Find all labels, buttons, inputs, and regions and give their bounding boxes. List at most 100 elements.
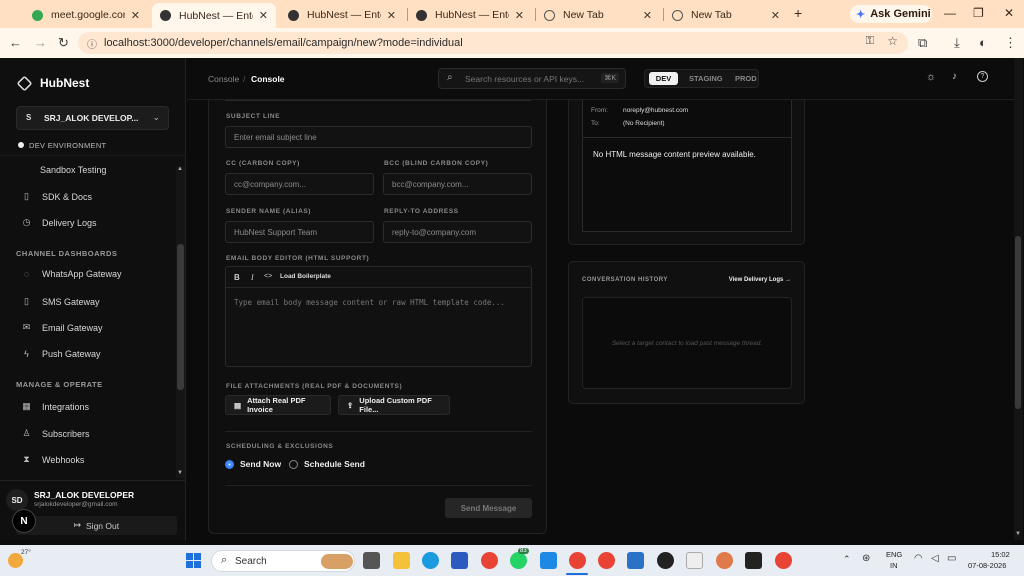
bcc-input[interactable]: bcc@company.com... (383, 173, 532, 195)
browser-tab[interactable]: HubNest — Enterprise✕ (408, 4, 532, 26)
scrollbar-thumb[interactable] (1015, 236, 1021, 409)
sign-out-icon: ↦ (73, 520, 82, 530)
close-icon[interactable]: ✕ (131, 9, 140, 22)
cc-input[interactable]: cc@company.com... (225, 173, 374, 195)
chrome-profile-icon[interactable] (598, 552, 615, 569)
sidebar-item-sandbox[interactable]: Sandbox Testing (40, 165, 106, 175)
clock-time[interactable]: 15:02 (991, 550, 1010, 559)
sender-name-input[interactable]: HubNest Support Team (225, 221, 374, 243)
minimize-icon[interactable]: — (944, 6, 956, 20)
app-dark-icon[interactable] (745, 552, 762, 569)
battery-icon[interactable]: ▭ (947, 553, 956, 564)
sidebar-item-integrations[interactable]: ▦ Integrations (21, 401, 89, 412)
sidebar-item-sdk-docs[interactable]: ▯ SDK & Docs (21, 191, 92, 202)
openai-icon[interactable] (657, 552, 674, 569)
sidebar-item-delivery-logs[interactable]: ◷ Delivery Logs (21, 217, 97, 228)
main-scrollbar[interactable]: ▼ (1014, 58, 1023, 540)
app-icon[interactable] (686, 552, 703, 569)
address-bar[interactable]: ⓘ localhost:3000/developer/channels/emai… (78, 32, 908, 54)
bookmark-star-icon[interactable]: ☆ (887, 34, 898, 48)
close-icon[interactable]: ✕ (643, 9, 652, 22)
search-input[interactable]: ⌕ Search resources or API keys... ⌘K (438, 68, 626, 89)
taskbar-search[interactable]: ⌕ Search (211, 550, 355, 572)
tab-prod[interactable]: PROD (735, 74, 757, 83)
browser-tab[interactable]: meet.google.com ✕ (24, 4, 148, 26)
browser-menu-icon[interactable]: ⋮ (1004, 35, 1017, 51)
close-icon[interactable]: ✕ (771, 9, 780, 22)
view-delivery-logs-link[interactable]: View Delivery Logs → (729, 277, 791, 283)
store-icon[interactable] (451, 552, 468, 569)
scroll-down-icon[interactable]: ▼ (177, 470, 183, 476)
code-button[interactable]: <> (264, 273, 272, 280)
tray-app-icon[interactable]: ⊛ (862, 553, 870, 564)
sidebar-item-push[interactable]: ϟ Push Gateway (21, 349, 100, 359)
volume-icon[interactable]: ◁ (931, 553, 939, 564)
browser-tab[interactable]: New Tab ✕ (664, 4, 788, 26)
back-icon[interactable]: ← (9, 35, 22, 50)
wifi-icon[interactable]: ◠ (914, 553, 923, 564)
sidebar-item-sms[interactable]: ▯ SMS Gateway (21, 296, 100, 307)
send-message-button[interactable]: Send Message (445, 498, 532, 518)
preview-to: (No Recipient) (623, 120, 665, 127)
windows-start-icon[interactable] (186, 553, 201, 568)
subject-input[interactable]: Enter email subject line (225, 126, 532, 148)
schedule-send-radio[interactable]: Schedule Send (289, 459, 365, 469)
reply-to-input[interactable]: reply-to@company.com (383, 221, 532, 243)
close-icon[interactable]: ✕ (515, 9, 524, 22)
terminal-icon[interactable] (627, 552, 644, 569)
site-info-icon[interactable]: ⓘ (87, 36, 97, 51)
italic-button[interactable]: I (251, 273, 254, 282)
close-icon[interactable]: ✕ (259, 9, 268, 22)
forward-icon[interactable]: → (34, 35, 47, 50)
browser-tab[interactable]: HubNest — Enterprise✕ (280, 4, 404, 26)
language-indicator[interactable]: ENG (886, 550, 902, 559)
extensions-icon[interactable]: ⧉ (918, 35, 927, 51)
scrollbar-thumb[interactable] (177, 244, 184, 390)
sidebar-item-whatsapp[interactable]: ◌ WhatsApp Gateway (21, 269, 122, 279)
profile-sync-icon[interactable]: ◐ (979, 35, 987, 50)
sidebar-item-subscribers[interactable]: ♙ Subscribers (21, 428, 89, 439)
browser-tab-active[interactable]: HubNest — Enterprise✕ (152, 3, 276, 28)
next-dev-badge[interactable]: N (12, 509, 36, 533)
ask-gemini-button[interactable]: ✦ Ask Gemini (850, 5, 932, 23)
breadcrumb-current: Console (251, 74, 285, 84)
sign-out-button[interactable]: ↦ Sign Out (16, 516, 177, 535)
scroll-down-icon[interactable]: ▼ (1015, 531, 1021, 537)
sidebar-item-webhooks[interactable]: ⧗ Webhooks (21, 454, 84, 465)
account-switcher[interactable]: S SRJ_ALOK DEVELOP... ⌄ (16, 106, 169, 130)
bell-icon[interactable]: ♪ (952, 71, 957, 82)
edge-icon[interactable] (422, 552, 439, 569)
tab-staging[interactable]: STAGING (689, 74, 723, 83)
chrome-active-icon[interactable] (569, 552, 586, 569)
sidebar-item-email[interactable]: ✉ Email Gateway (21, 322, 103, 333)
send-now-radio[interactable]: Send Now (225, 459, 281, 469)
browser-tab[interactable]: New Tab ✕ (536, 4, 660, 26)
theme-sun-icon[interactable]: ☼ (926, 71, 936, 83)
chrome-icon[interactable] (481, 552, 498, 569)
reload-icon[interactable]: ↻ (58, 35, 69, 51)
password-key-icon[interactable]: ⚿ (866, 35, 874, 48)
breadcrumb-root[interactable]: Console (208, 74, 239, 84)
file-explorer-icon[interactable] (393, 552, 410, 569)
vscode-icon[interactable] (540, 552, 557, 569)
upload-pdf-button[interactable]: ⇪ Upload Custom PDF File... (338, 395, 450, 415)
tray-chevron-icon[interactable]: ⌃ (843, 554, 851, 565)
task-view-icon[interactable] (363, 552, 380, 569)
sidebar-scrollbar[interactable]: ▲ ▼ (176, 166, 185, 478)
bold-button[interactable]: B (234, 273, 240, 282)
chrome-secondary-icon[interactable] (775, 552, 792, 569)
hubnest-favicon-icon (288, 9, 299, 21)
close-icon[interactable]: ✕ (387, 9, 396, 22)
load-boilerplate-button[interactable]: Load Boilerplate (280, 273, 331, 280)
tab-dev[interactable]: DEV (649, 72, 678, 85)
claude-icon[interactable] (716, 552, 733, 569)
window-close-icon[interactable]: ✕ (1004, 6, 1014, 20)
download-icon[interactable]: ⤓ (954, 35, 960, 51)
attach-invoice-button[interactable]: ▤ Attach Real PDF Invoice (225, 395, 331, 415)
scroll-up-icon[interactable]: ▲ (177, 166, 183, 172)
whatsapp-icon[interactable] (510, 552, 527, 569)
body-textarea[interactable]: Type email body message content or raw H… (234, 298, 505, 307)
new-tab-button[interactable]: + (794, 5, 802, 21)
restore-icon[interactable]: ❐ (973, 6, 984, 20)
help-icon[interactable]: ? (977, 71, 988, 82)
